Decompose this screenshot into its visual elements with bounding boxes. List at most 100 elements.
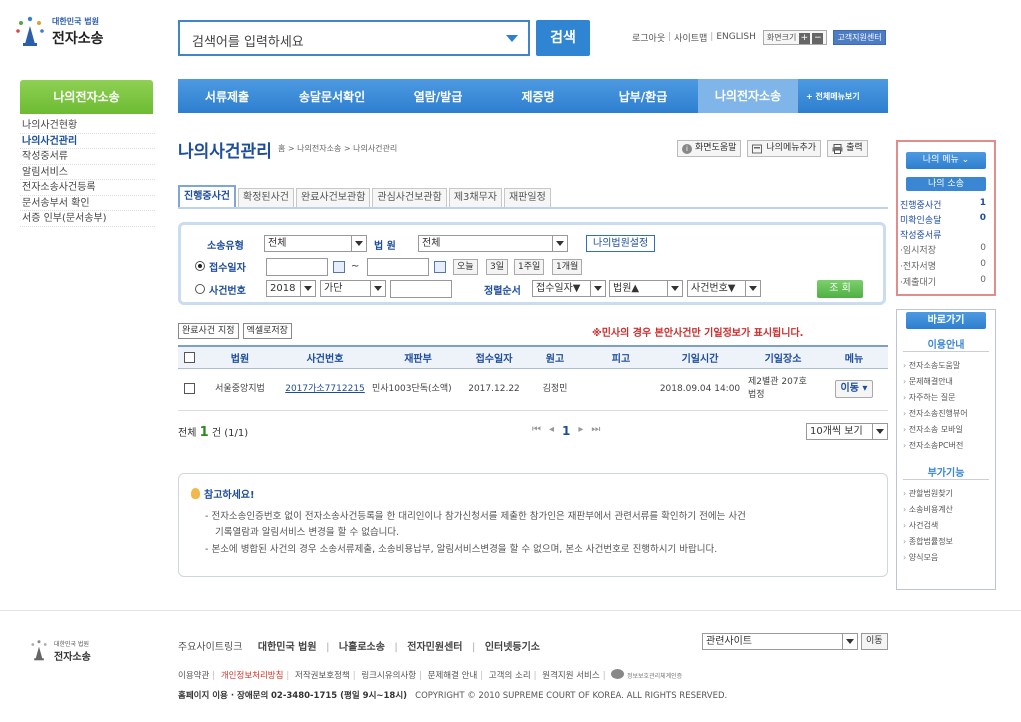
go-button[interactable]: 이동 [861,633,888,650]
date-to-input[interactable] [367,258,429,276]
prev-page-icon[interactable]: ◂ [549,424,554,438]
guide-link[interactable]: 전자소송도움말 [903,360,961,371]
related-sites-select[interactable]: 관련사이트 [702,633,858,650]
date-from-input[interactable] [266,258,328,276]
link-civil-center[interactable]: 전자민원센터 [407,642,462,653]
court-select[interactable]: 전체 [418,235,568,252]
sidebar-item-notification[interactable]: 알림서비스 [20,165,155,180]
copyright-policy-link[interactable]: 저작권보호정책 [295,671,350,681]
sort-second-select[interactable]: 법원▲ [609,280,683,297]
feedback-link[interactable]: 고객의 소리 [489,671,531,681]
case-type-select[interactable]: 전체 [264,235,367,252]
calendar-icon[interactable] [333,261,345,273]
nav-item-service-check[interactable]: 송달문서확인 [276,88,388,105]
my-lawsuit-row[interactable]: 미확인송달 0 [900,213,988,226]
terms-link[interactable]: 이용약관 [178,671,209,681]
link-registry[interactable]: 인터넷등기소 [485,642,540,653]
extra-link[interactable]: 종합법률정보 [903,536,953,547]
mark-completed-button[interactable]: 완료사건 지정 [178,323,239,339]
next-page-icon[interactable]: ▸ [578,424,583,438]
sort-first-select[interactable]: 접수일자▼ [532,280,606,297]
sidebar-item-case-manage[interactable]: 나의사건관리 [20,134,155,149]
my-lawsuit-row[interactable]: ·임시저장 0 [900,243,988,256]
guide-link[interactable]: 문제해결안내 [903,376,953,387]
nav-item-payment[interactable]: 납부/환급 [588,88,698,105]
excel-save-button[interactable]: 엑셀로저장 [242,323,292,339]
tab-trial-schedule[interactable]: 재판일정 [503,188,551,207]
nav-item-certificate[interactable]: 제증명 [488,88,588,105]
last-page-icon[interactable]: ⏭ [591,424,600,438]
english-link[interactable]: ENGLISH [716,32,756,42]
case-kind-select[interactable]: 가단 [320,280,386,297]
print-button[interactable]: 출력 [827,140,868,157]
nav-item-view-issue[interactable]: 열람/발급 [388,88,488,105]
query-button[interactable]: 조 회 [817,280,863,298]
sidebar-item-evidence[interactable]: 서증 인부(문서송부) [20,211,155,227]
tab-third-debtor[interactable]: 제3채무자 [448,188,502,207]
my-lawsuit-row[interactable]: 진행중사건 1 [900,198,988,211]
move-menu-button[interactable]: 이동 ▾ [834,380,874,398]
court-setting-button[interactable]: 나의법원설정 [586,235,656,252]
zoom-in-button[interactable]: + [798,32,810,44]
add-my-menu-button[interactable]: 나의메뉴추가 [747,140,822,157]
extra-link[interactable]: 양식모음 [903,552,938,563]
row-checkbox[interactable] [183,382,195,394]
my-menu-button[interactable]: 나의 메뉴 ⌄ [906,152,986,169]
my-lawsuit-title: 나의 소송 [906,177,986,191]
zoom-out-button[interactable]: − [812,32,824,44]
sidebar-item-case-status[interactable]: 나의사건현황 [20,118,155,134]
guide-link[interactable]: 자주하는 질문 [903,392,956,403]
link-caution-link[interactable]: 링크시유의사항 [361,671,416,681]
sort-third-select[interactable]: 사건번호▼ [687,280,761,297]
chevron-down-icon[interactable] [506,35,518,42]
range-today-button[interactable]: 오늘 [453,259,478,275]
page-current[interactable]: 1 [562,424,570,438]
help-button[interactable]: i 화면도움말 [677,140,742,157]
per-page-select[interactable]: 10개씩 보기 [806,423,888,440]
case-number-input[interactable] [390,280,452,298]
sitemap-link[interactable]: 사이트맵 [674,31,707,44]
logout-link[interactable]: 로그아웃 [632,31,665,44]
link-court[interactable]: 대한민국 법원 [258,642,317,653]
tab-interest-archive[interactable]: 관심사건보관함 [372,188,447,207]
guide-link[interactable]: 전자소송PC버전 [903,440,964,451]
case-no-radio[interactable] [195,284,205,294]
all-menu-link[interactable]: + 전체메뉴보기 [806,91,860,102]
remote-support-link[interactable]: 원격지원 서비스 [542,671,599,681]
sidebar-item-case-register[interactable]: 전자소송사건등록 [20,180,155,196]
sidebar-item-document-check[interactable]: 문서송부서 확인 [20,196,155,211]
my-lawsuit-row[interactable]: 작성중서류 [900,228,988,241]
extra-link[interactable]: 소송비용계산 [903,504,953,515]
extra-link[interactable]: 사건검색 [903,520,938,531]
receipt-date-radio[interactable] [195,261,205,271]
search-input[interactable]: 검색어를 입력하세요 [192,31,304,50]
range-3days-button[interactable]: 3일 [486,259,509,275]
search-box[interactable]: 검색어를 입력하세요 [178,20,530,56]
range-1week-button[interactable]: 1주일 [514,259,545,275]
calendar-icon[interactable] [434,261,446,273]
my-lawsuit-row[interactable]: ·전자서명 0 [900,259,988,272]
nav-item-submit[interactable]: 서류제출 [178,88,276,105]
sidebar-item-drafts[interactable]: 작성중서류 [20,149,155,165]
case-no-label: 사건번호 [209,286,246,297]
tab-in-progress[interactable]: 진행중사건 [178,185,236,207]
link-self-lawsuit[interactable]: 나홀로소송 [339,642,385,653]
privacy-link[interactable]: 개인정보처리방침 [221,671,284,681]
tab-completed-archive[interactable]: 완료사건보관함 [296,188,371,207]
range-1month-button[interactable]: 1개월 [552,259,583,275]
guide-link[interactable]: 전자소송 모바일 [903,424,963,435]
extra-link[interactable]: 관할법원찾기 [903,488,953,499]
first-page-icon[interactable]: ⏮ [532,424,541,438]
site-logo[interactable]: 대한민국 법원 전자소송 [14,14,124,50]
support-center-button[interactable]: 고객지원센터 [833,29,886,45]
troubleshoot-link[interactable]: 문제해결 안내 [428,671,478,681]
guide-link[interactable]: 전자소송진행뷰어 [903,408,968,419]
nav-item-my-lawsuit[interactable]: 나의전자소송 [698,79,798,113]
search-button[interactable]: 검색 [536,20,590,56]
select-all-checkbox[interactable] [183,351,195,363]
year-select[interactable]: 2018 [266,280,316,297]
my-lawsuit-row[interactable]: ·제출대기 0 [900,275,988,288]
case-number-link[interactable]: 2017가소7712215 [280,368,370,411]
tab-confirmed[interactable]: 확정된사건 [238,188,294,207]
lightbulb-icon [191,488,200,499]
